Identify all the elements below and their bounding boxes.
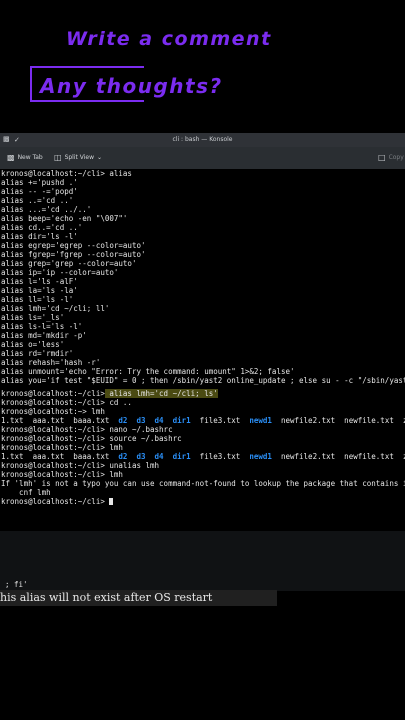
ls-output: 1.txt aaa.txt baaa.txt d2 d3 d4 dir1 fil… — [1, 416, 405, 425]
overlay-prompt: Any thoughts? — [40, 74, 223, 98]
terminal-line: alias grep='grep --color=auto' — [1, 259, 137, 268]
text-cursor — [109, 498, 114, 505]
terminal-line: kronos@localhost:~/cli> alias — [1, 169, 132, 178]
terminal-line: alias lmh='cd ~/cli; ll' — [1, 304, 110, 313]
command: lmh — [104, 443, 123, 452]
terminal-line: alias ll='ls -l' — [1, 295, 74, 304]
terminal-line: alias cd..='cd ..' — [1, 223, 83, 232]
terminal-line: kronos@localhost:~/cli> lmh — [1, 443, 123, 452]
terminal-line: alias dir='ls -l' — [1, 232, 78, 241]
file-entry: 1.txt — [1, 452, 33, 461]
prompt: kronos@localhost:~/cli> — [1, 497, 105, 506]
new-tab-button[interactable]: ▩ New Tab — [7, 147, 43, 169]
terminal-line: alias ls='_ls' — [1, 313, 65, 322]
prompt: kronos@localhost:~/cli> — [1, 398, 105, 407]
prompt: kronos@localhost:~/cli> — [1, 425, 105, 434]
chevron-down-icon: ⌄ — [97, 154, 103, 161]
terminal-line: kronos@localhost:~/cli> — [1, 497, 114, 506]
error-line: cnf lmh — [1, 488, 51, 497]
directory-entry: d3 — [136, 452, 146, 461]
ls-output: 1.txt aaa.txt baaa.txt d2 d3 d4 dir1 fil… — [1, 452, 405, 461]
new-tab-label: New Tab — [17, 154, 43, 161]
terminal-line: alias md='mkdir -p' — [1, 331, 87, 340]
split-view-label: Split View — [64, 154, 95, 161]
file-entry: newfile2.txt newfile.txt zz — [271, 416, 405, 425]
command: lmh — [104, 470, 123, 479]
terminal-line: alias ..='cd ..' — [1, 196, 74, 205]
directory-entry: d4 — [154, 416, 164, 425]
window-title: cli : bash — Konsole — [172, 136, 233, 143]
terminal-output[interactable]: kronos@localhost:~/cli> alias alias +='p… — [0, 169, 405, 531]
file-entry: 1.txt — [1, 416, 33, 425]
terminal-line: kronos@localhost:~/cli> alias lmh='cd ~/… — [1, 389, 218, 398]
video-caption: his alias will not exist after OS restar… — [0, 590, 277, 606]
window-titlebar[interactable]: ▩ ✓ cli : bash — Konsole — [0, 133, 405, 147]
background-strip: ; fi' — [0, 531, 405, 591]
terminal-line: kronos@localhost:~/cli> nano ~/.bashrc — [1, 425, 173, 434]
terminal-line: alias la='ls -la' — [1, 286, 78, 295]
terminal-line: alias rehash='hash -r' — [1, 358, 101, 367]
terminal-line: kronos@localhost:~/cli> lmh — [1, 470, 123, 479]
terminal-line: kronos@localhost:~/cli> unalias lmh — [1, 461, 159, 470]
copy-icon: □ — [378, 153, 386, 162]
konsole-toolbar: ▩ New Tab ◫ Split View ⌄ □ Copy — [0, 147, 405, 169]
error-line: If 'lmh' is not a typo you can use comma… — [1, 479, 405, 488]
directory-entry: d3 — [136, 416, 146, 425]
directory-entry: newd1 — [249, 416, 272, 425]
prompt: kronos@localhost:~> — [1, 407, 87, 416]
terminal-line: alias egrep='egrep --color=auto' — [1, 241, 146, 250]
command: cd .. — [104, 398, 132, 407]
file-entry — [146, 416, 155, 425]
copy-button[interactable]: □ Copy — [378, 147, 404, 169]
highlighted-command: alias lmh='cd ~/cli; ls' — [104, 389, 218, 398]
file-entry — [164, 452, 173, 461]
prompt: kronos@localhost:~/cli> — [1, 461, 105, 470]
terminal-line: kronos@localhost:~/cli> cd .. — [1, 398, 132, 407]
split-view-icon: ◫ — [54, 153, 62, 162]
split-view-button[interactable]: ◫ Split View ⌄ — [54, 147, 102, 169]
directory-entry: newd1 — [249, 452, 272, 461]
wrapped-text-stub: ; fi' — [5, 580, 28, 589]
command: lmh — [86, 407, 105, 416]
terminal-line: alias fgrep='fgrep --color=auto' — [1, 250, 146, 259]
terminal-line: alias ...='cd ../..' — [1, 205, 92, 214]
file-entry: file3.txt — [190, 416, 250, 425]
file-entry — [164, 416, 173, 425]
konsole-window: ▩ ✓ cli : bash — Konsole ▩ New Tab ◫ Spl… — [0, 133, 405, 531]
file-entry: newfile2.txt newfile.txt zz — [271, 452, 405, 461]
terminal-line: alias +='pushd .' — [1, 178, 78, 187]
terminal-line: alias rd='rmdir' — [1, 349, 74, 358]
terminal-line: alias o='less' — [1, 340, 65, 349]
file-entry — [146, 452, 155, 461]
copy-label: Copy — [388, 154, 404, 161]
terminal-line: alias beep='echo -en "\007"' — [1, 214, 128, 223]
terminal-line: alias ip='ip --color=auto' — [1, 268, 119, 277]
file-entry: baaa.txt — [73, 416, 119, 425]
prompt: kronos@localhost:~/cli> — [1, 389, 105, 398]
directory-entry: dir1 — [172, 416, 191, 425]
terminal-line: kronos@localhost:~> lmh — [1, 407, 105, 416]
terminal-line: alias ls-l='ls -l' — [1, 322, 83, 331]
new-tab-icon: ▩ — [7, 153, 15, 162]
prompt: kronos@localhost:~/cli> — [1, 434, 105, 443]
command: nano ~/.bashrc — [104, 425, 173, 434]
file-entry: file3.txt — [190, 452, 250, 461]
terminal-line: alias -- -='popd' — [1, 187, 78, 196]
prompt: kronos@localhost:~/cli> — [1, 470, 105, 479]
prompt: kronos@localhost:~/cli> — [1, 443, 105, 452]
directory-entry: d4 — [154, 452, 164, 461]
command: unalias lmh — [104, 461, 160, 470]
file-entry: aaa.txt — [32, 416, 74, 425]
file-entry: baaa.txt — [73, 452, 119, 461]
directory-entry: dir1 — [172, 452, 191, 461]
command: source ~/.bashrc — [104, 434, 182, 443]
terminal-line: alias l='ls -alF' — [1, 277, 78, 286]
terminal-line: alias unmount='echo "Error: Try the comm… — [1, 367, 295, 376]
file-entry: aaa.txt — [32, 452, 74, 461]
overlay-title: Write a comment — [66, 28, 272, 50]
terminal-line: kronos@localhost:~/cli> source ~/.bashrc — [1, 434, 182, 443]
terminal-line: alias you='if test "$EUID" = 0 ; then /s… — [1, 376, 405, 385]
